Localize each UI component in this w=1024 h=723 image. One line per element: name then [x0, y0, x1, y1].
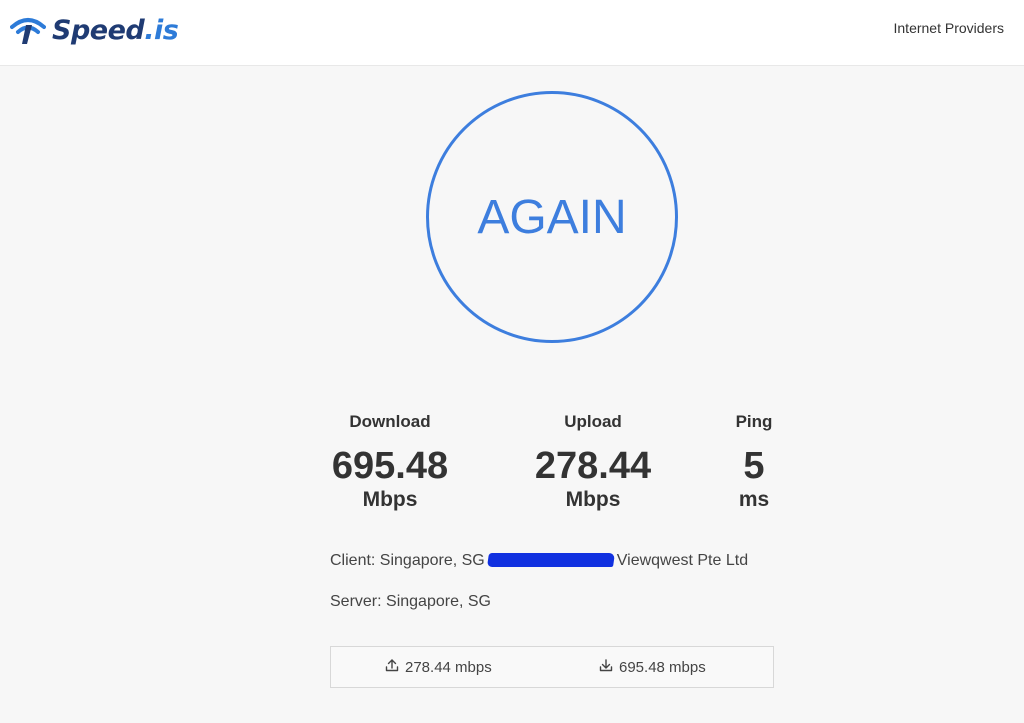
upload-value: 278.44	[534, 445, 652, 487]
upload-label: Upload	[564, 412, 622, 431]
history-download-value: 695.48 mbps	[619, 658, 706, 676]
client-location: Client: Singapore, SG	[330, 552, 485, 569]
history-upload: 278.44 mbps	[385, 658, 492, 676]
ping-result: Ping 5 ms	[704, 412, 804, 512]
ping-label: Ping	[735, 412, 773, 431]
download-value: 695.48	[331, 445, 449, 487]
download-icon	[599, 658, 619, 676]
download-label: Download	[349, 412, 431, 431]
client-info: Client: Singapore, SG Viewqwest Pte Ltd	[330, 552, 748, 570]
result-history-bar: 278.44 mbps 695.48 mbps	[330, 646, 774, 688]
download-unit: Mbps	[362, 488, 418, 511]
server-info: Server: Singapore, SG	[330, 593, 491, 610]
upload-icon	[385, 658, 405, 676]
nav-link-internet-providers[interactable]: Internet Providers	[894, 20, 1005, 36]
site-logo[interactable]: Speed.is	[10, 12, 179, 48]
history-upload-value: 278.44 mbps	[405, 658, 492, 676]
download-result: Download 695.48 Mbps	[320, 412, 460, 512]
ping-unit: ms	[738, 488, 770, 511]
ping-value: 5	[743, 445, 765, 487]
upload-unit: Mbps	[565, 488, 621, 511]
history-download: 695.48 mbps	[599, 658, 706, 676]
redaction-scribble	[486, 552, 615, 567]
again-button[interactable]: AGAIN	[426, 91, 678, 343]
logo-text: Speed.is	[52, 14, 179, 46]
signal-logo-icon	[10, 15, 46, 45]
client-isp: Viewqwest Pte Ltd	[616, 552, 749, 569]
upload-result: Upload 278.44 Mbps	[523, 412, 663, 512]
site-header: Speed.is Internet Providers	[0, 0, 1024, 66]
